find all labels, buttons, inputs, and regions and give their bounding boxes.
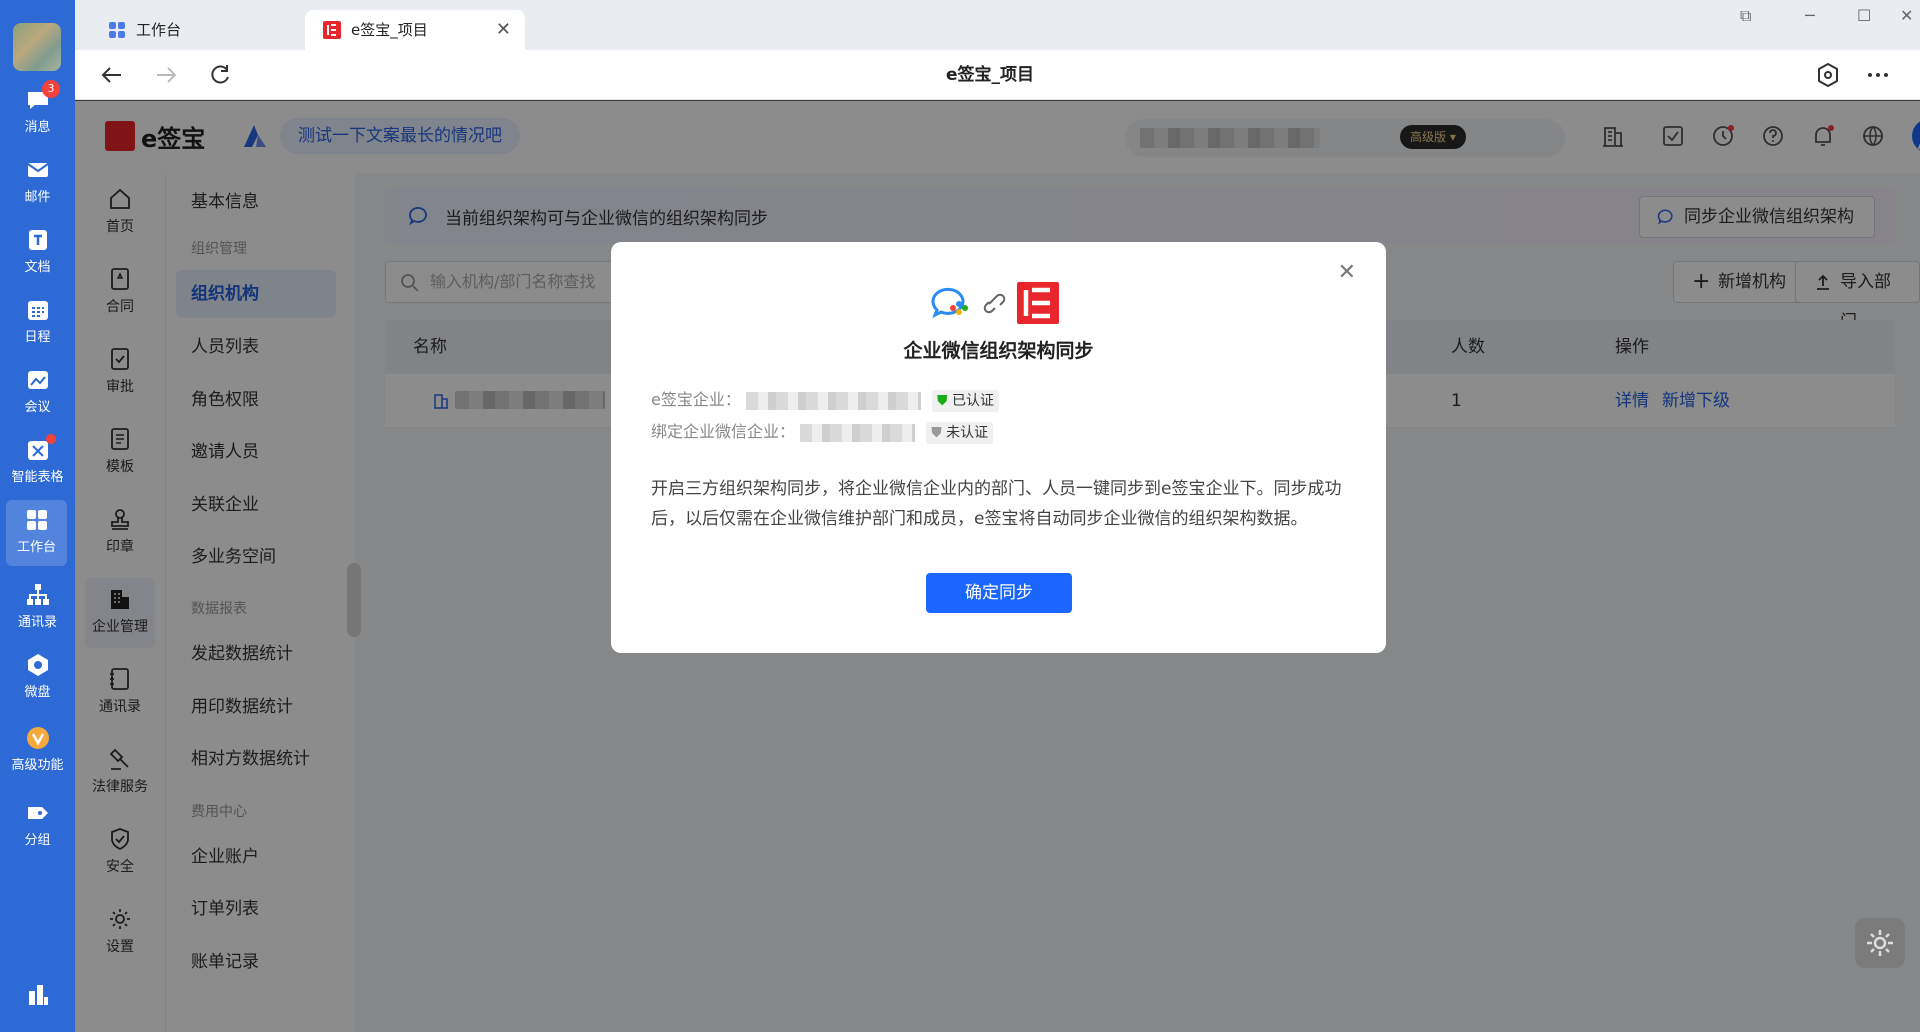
esign-enterprise-row: e签宝企业： ⛊ 已认证 — [651, 386, 999, 412]
rail-label: 智能表格 — [11, 470, 64, 485]
rail-label: 文档 — [24, 260, 51, 275]
rail-label: 消息 — [24, 120, 51, 135]
rail-item-contacts[interactable]: 通讯录 — [0, 575, 75, 641]
unread-badge: 3 — [42, 80, 60, 98]
verified-label: 已认证 — [952, 392, 994, 409]
wecom-logo-icon — [931, 287, 968, 319]
maximize-icon[interactable]: ☐ — [1857, 6, 1871, 25]
link-icon — [983, 293, 1006, 314]
unverified-badge: ⛊ 未认证 — [926, 421, 994, 444]
tab-bar: 工作台 e签宝_项目 ✕ ⧉ ─ ☐ ✕ — [75, 0, 1920, 50]
drive-icon — [27, 654, 48, 676]
verified-badge: ⛊ 已认证 — [932, 389, 999, 412]
rail-item-docs[interactable]: 文档 — [0, 220, 75, 286]
close-icon[interactable]: ✕ — [1338, 260, 1356, 285]
verified-shield-icon: ⛊ — [937, 392, 948, 409]
minimize-icon[interactable]: ─ — [1805, 6, 1815, 25]
floating-settings-button[interactable] — [1855, 918, 1905, 968]
rail-label: 工作台 — [16, 540, 56, 555]
rail-item-mail[interactable]: 邮件 — [0, 150, 75, 216]
app-rail: 消息 3 邮件 文档 日程 会议 智能表格 工作台 通讯录 微盘 高级功能 分组 — [0, 0, 75, 1032]
rail-label: 会议 — [24, 400, 51, 415]
integration-logos — [931, 282, 1059, 324]
wecom-sync-dialog: ✕ 企业微信组织架构同步 e签宝企业： ⛊ 已认证 绑定企业微信企业： ⛊ 未认… — [611, 242, 1386, 653]
close-icon[interactable]: ✕ — [496, 10, 511, 50]
rail-item-meeting[interactable]: 会议 — [0, 360, 75, 426]
nav-bar: e签宝_项目 — [75, 50, 1920, 100]
wecom-enterprise-label: 绑定企业微信企业： — [651, 422, 796, 441]
tab-label: 工作台 — [136, 21, 182, 39]
grid-icon — [109, 22, 125, 38]
close-window-icon[interactable]: ✕ — [1900, 6, 1913, 25]
redacted-wecom-name — [800, 423, 916, 442]
rail-label: 邮件 — [24, 190, 51, 205]
rail-label: 微盘 — [24, 685, 51, 700]
rail-item-advanced[interactable]: 高级功能 — [0, 718, 75, 784]
tab-label: e签宝_项目 — [351, 21, 428, 39]
rail-item-smart-sheet[interactable]: 智能表格 — [0, 430, 75, 496]
tag-icon — [27, 807, 48, 819]
redacted-enterprise-name — [745, 391, 921, 410]
rail-item-messages[interactable]: 消息 3 — [0, 80, 75, 146]
more-icon[interactable] — [1865, 62, 1891, 88]
esign-logo-icon — [1017, 282, 1059, 324]
grid-icon — [26, 510, 47, 530]
gear-icon — [1867, 930, 1893, 956]
rail-label: 日程 — [24, 330, 51, 345]
meeting-icon — [27, 371, 48, 389]
rail-item-calendar[interactable]: 日程 — [0, 290, 75, 356]
page-title: e签宝_项目 — [945, 65, 1035, 85]
confirm-sync-button[interactable]: 确定同步 — [926, 573, 1072, 613]
org-chart-icon — [26, 584, 49, 605]
wecom-enterprise-row: 绑定企业微信企业： ⛊ 未认证 — [651, 418, 994, 444]
vip-icon — [26, 727, 49, 749]
rail-label: 通讯录 — [17, 615, 57, 630]
settings-hex-icon[interactable] — [1815, 62, 1841, 88]
rail-item-more[interactable] — [0, 975, 75, 1032]
unverified-label: 未认证 — [946, 424, 989, 441]
user-avatar[interactable] — [13, 23, 61, 71]
notification-dot — [46, 434, 56, 444]
rail-item-group[interactable]: 分组 — [0, 793, 75, 859]
rail-label: 高级功能 — [11, 758, 64, 773]
rail-item-workbench[interactable]: 工作台 — [6, 500, 67, 566]
esign-logo-icon — [323, 21, 341, 39]
apps-icon — [28, 985, 48, 1005]
mail-icon — [26, 163, 49, 177]
dialog-title: 企业微信组织架构同步 — [903, 340, 1094, 362]
tab-workbench[interactable]: 工作台 — [90, 10, 305, 50]
dialog-description: 开启三方组织架构同步，将企业微信企业内的部门、人员一键同步到e签宝企业下。同步成… — [651, 479, 1342, 529]
rail-label: 分组 — [24, 833, 51, 848]
document-icon — [28, 230, 47, 250]
unverified-shield-icon: ⛊ — [931, 424, 942, 441]
esign-enterprise-label: e签宝企业： — [651, 390, 741, 409]
rail-item-drive[interactable]: 微盘 — [0, 645, 75, 711]
restore-icon[interactable]: ⧉ — [1740, 6, 1751, 26]
calendar-icon — [27, 301, 48, 320]
tab-esign-project[interactable]: e签宝_项目 ✕ — [305, 10, 525, 50]
